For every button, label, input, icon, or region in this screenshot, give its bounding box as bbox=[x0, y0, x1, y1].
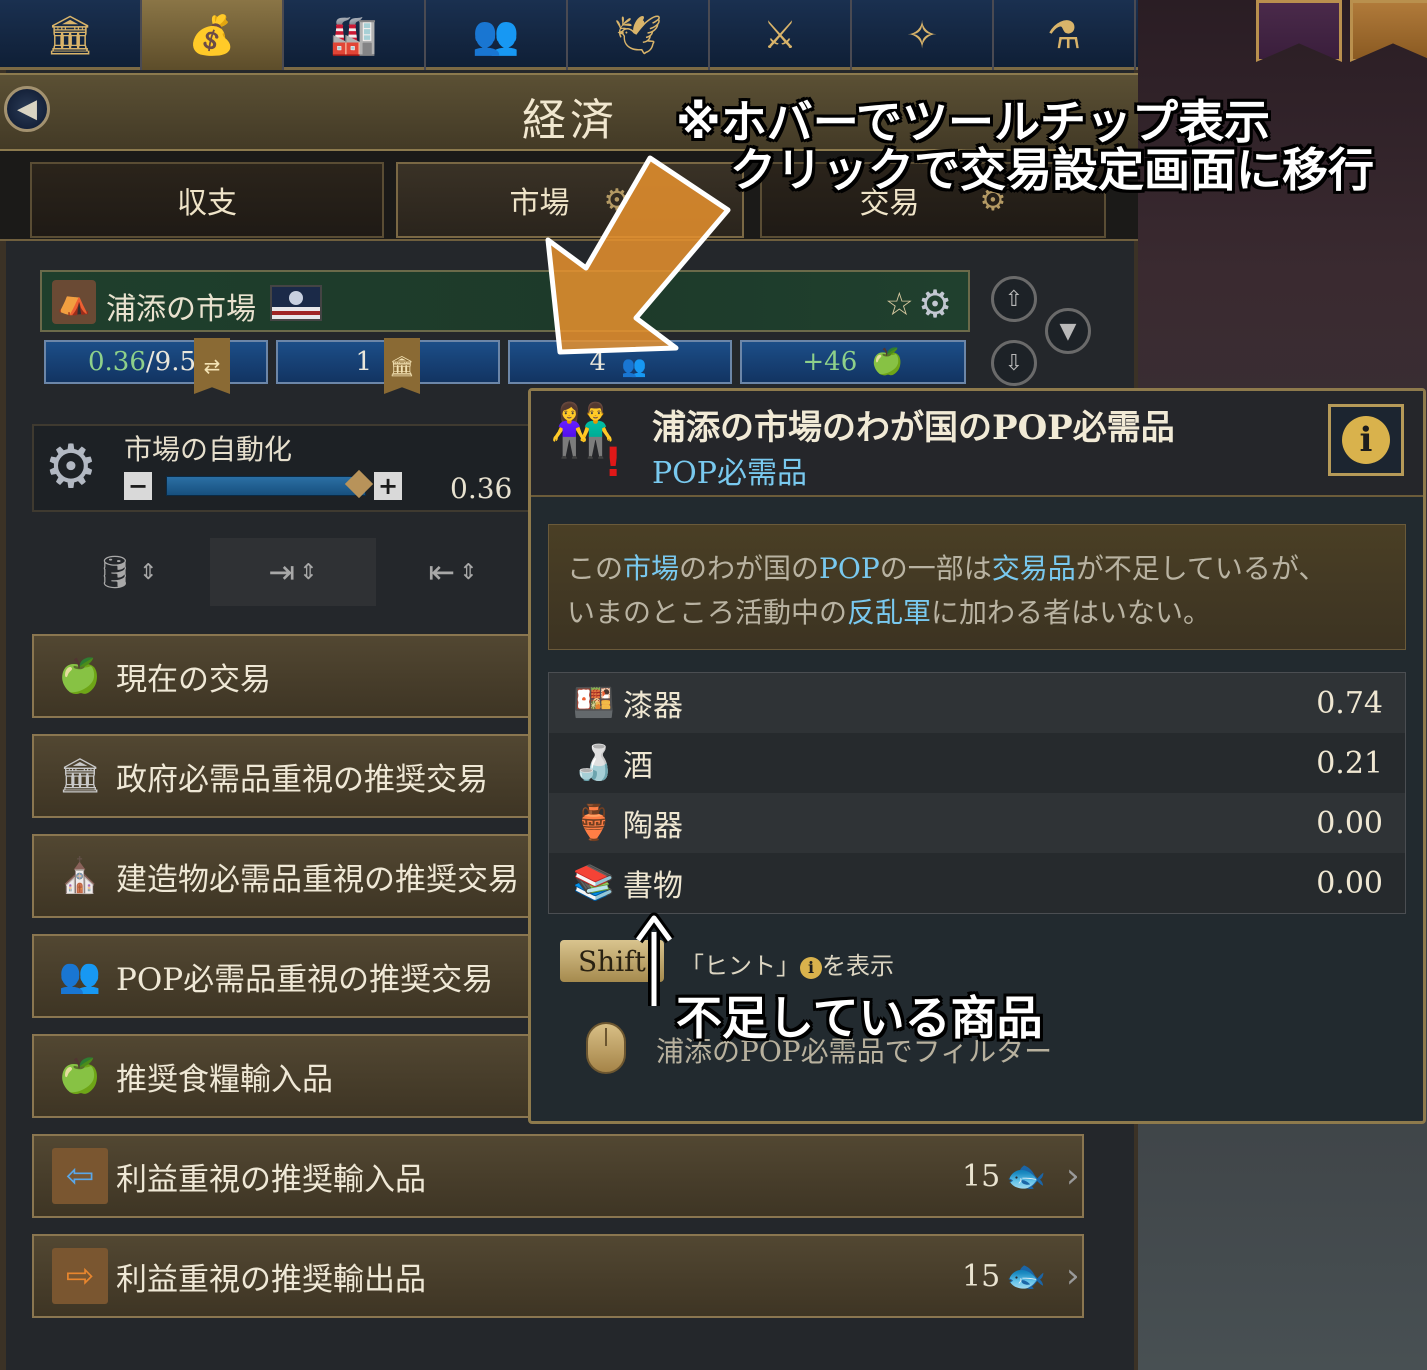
orange-arrow-icon bbox=[545, 155, 731, 355]
annotation-overlay bbox=[545, 155, 731, 1006]
annotation-click-navigate: クリックで交易設定画面に移行 bbox=[730, 143, 1374, 197]
white-arrow-icon bbox=[633, 912, 675, 1006]
annotation-missing-goods: 不足している商品 bbox=[676, 991, 1043, 1045]
